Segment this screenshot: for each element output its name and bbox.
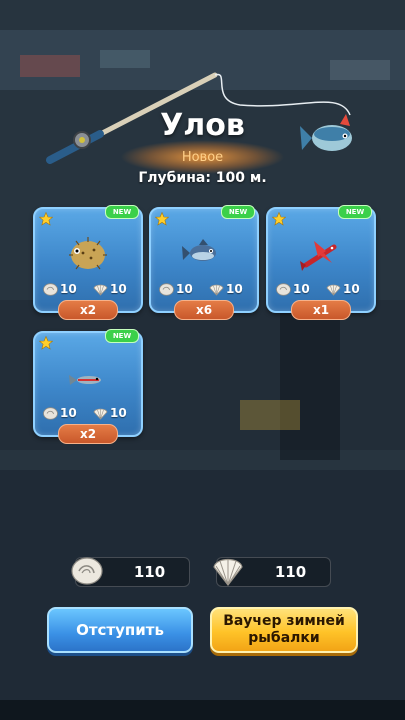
- winter-fishing-voucher-button[interactable]: Ваучер зимней рыбалки: [210, 607, 358, 653]
- new-badge: NEW: [221, 205, 255, 219]
- small-striped-fish-icon: [69, 375, 101, 385]
- stone-icon: [43, 282, 58, 296]
- new-badge: NEW: [105, 329, 139, 343]
- shell-icon: [93, 408, 108, 420]
- catch-card[interactable]: NEW 10 10 x2: [33, 329, 143, 444]
- shell-icon: [213, 558, 243, 586]
- total-stones-value: 110: [133, 563, 166, 581]
- depth-label: Глубина: 100 м.: [138, 170, 267, 186]
- total-shells-value: 110: [274, 563, 307, 581]
- total-shells: 110: [213, 557, 331, 587]
- shell-reward: 10: [326, 282, 360, 296]
- shell-reward: 10: [209, 282, 243, 296]
- stone-reward: 10: [276, 282, 310, 296]
- red-flying-fish-icon: [300, 241, 337, 271]
- catch-count: x2: [58, 300, 118, 320]
- shell-icon: [93, 284, 108, 296]
- blue-fish-icon: [182, 239, 216, 261]
- star-icon: [272, 212, 286, 226]
- new-label: Новое: [181, 150, 224, 165]
- catch-card[interactable]: NEW 10 10 x2: [33, 205, 143, 320]
- pufferfish-icon: [69, 237, 107, 270]
- stone-icon: [71, 557, 103, 585]
- catch-results-screen: Улов Новое Глубина: 100 м. NEW 10 10 x2 …: [0, 0, 405, 720]
- page-title: Улов: [160, 108, 245, 143]
- shell-icon: [209, 284, 224, 296]
- total-stones: 110: [71, 557, 190, 587]
- stone-reward: 10: [43, 406, 77, 420]
- stone-icon: [276, 282, 291, 296]
- stone-reward: 10: [159, 282, 193, 296]
- catch-count: x1: [291, 300, 351, 320]
- star-icon: [155, 212, 169, 226]
- new-badge: NEW: [105, 205, 139, 219]
- stone-icon: [43, 406, 58, 420]
- shell-icon: [326, 284, 341, 296]
- stone-icon: [159, 282, 174, 296]
- star-icon: [39, 212, 53, 226]
- retreat-button[interactable]: Отступить: [47, 607, 193, 653]
- catch-card[interactable]: NEW 10 10 x6: [149, 205, 259, 320]
- catch-count: x2: [58, 424, 118, 444]
- shell-reward: 10: [93, 406, 127, 420]
- stone-reward: 10: [43, 282, 77, 296]
- catch-count: x6: [174, 300, 234, 320]
- shell-reward: 10: [93, 282, 127, 296]
- catch-card[interactable]: NEW 10 10 x1: [266, 205, 376, 320]
- new-badge: NEW: [338, 205, 372, 219]
- star-icon: [39, 336, 53, 350]
